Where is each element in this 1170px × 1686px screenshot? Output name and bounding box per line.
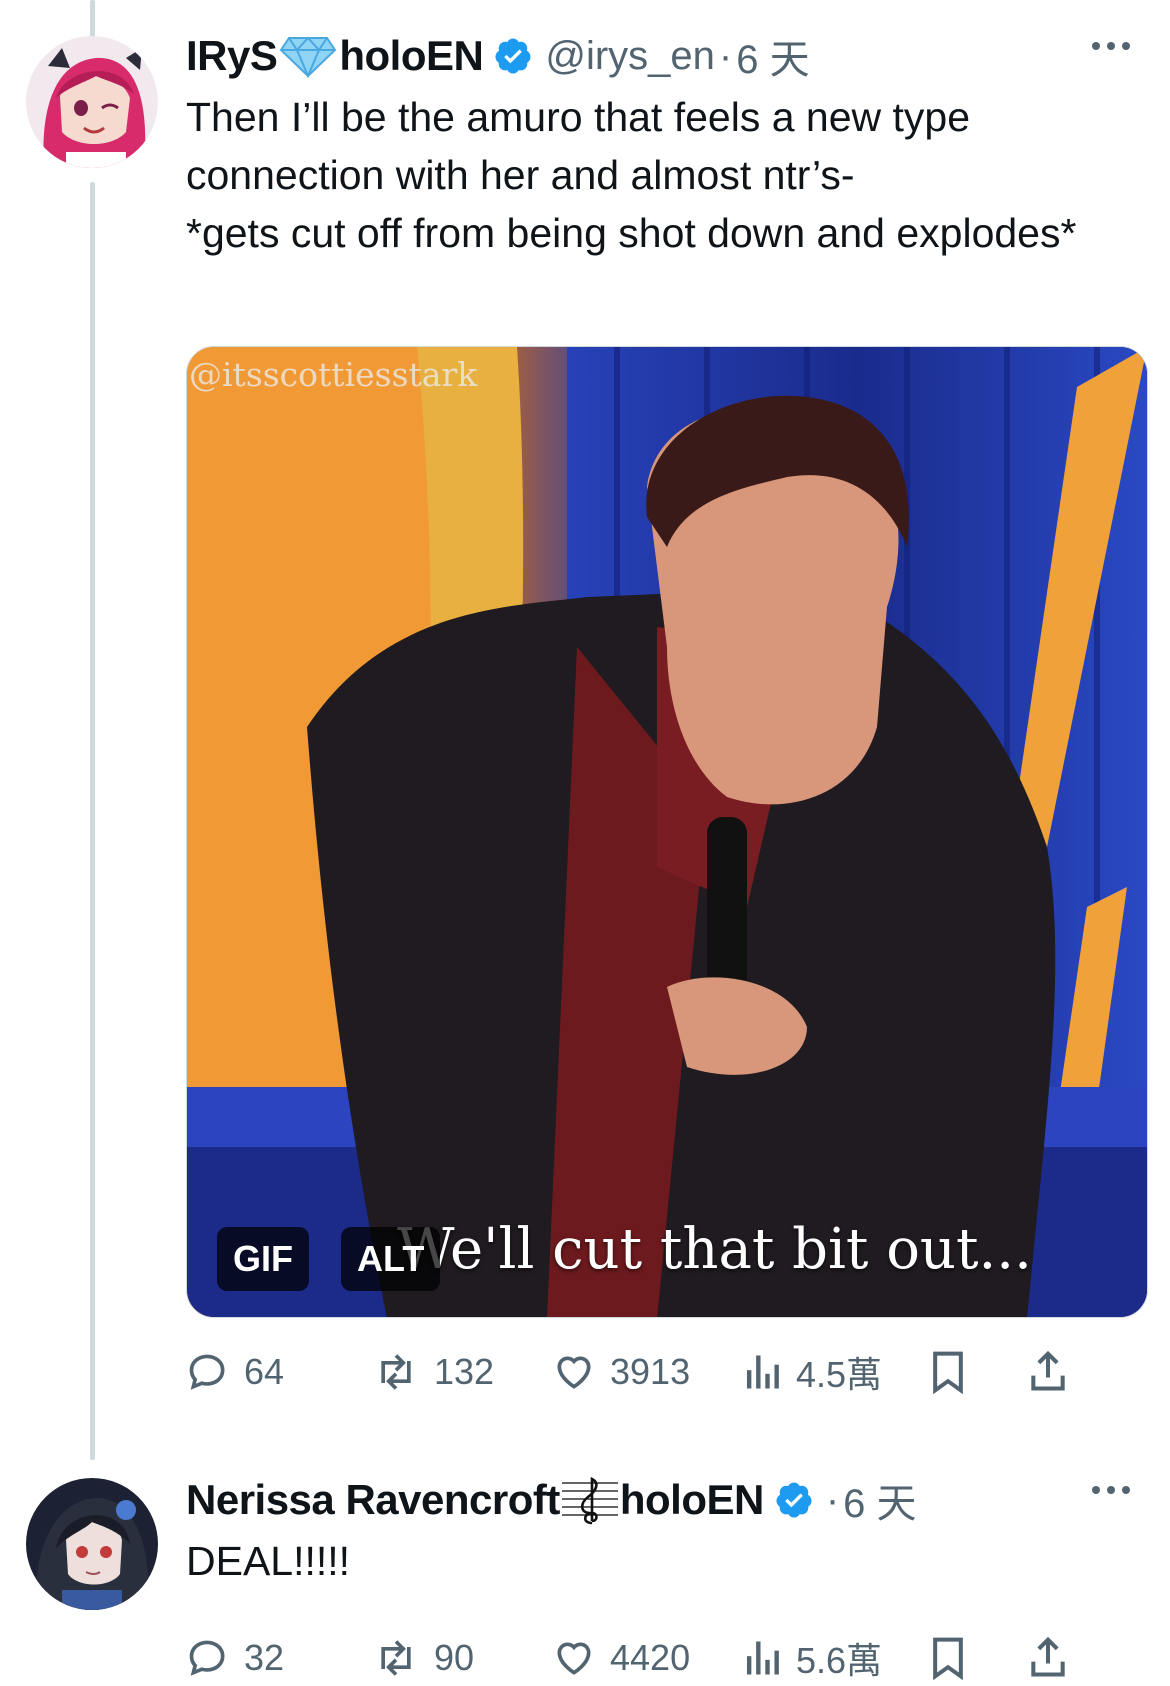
heart-icon (552, 1636, 596, 1680)
gif-badge[interactable]: GIF (217, 1227, 309, 1291)
timestamp[interactable]: 6 天 (843, 1471, 916, 1529)
watermark: @itsscottiesstark (189, 355, 478, 394)
views-icon (742, 1350, 782, 1394)
reply-icon (186, 1350, 230, 1394)
tweet-actions: 64 132 3913 4.5萬 (186, 1342, 1140, 1402)
views-icon (742, 1636, 782, 1680)
like-button[interactable]: 4420 (552, 1628, 690, 1686)
avatar[interactable] (26, 36, 158, 168)
heart-icon (552, 1350, 596, 1394)
tweet-nerissa[interactable]: Nerissa Ravencroft holoEN · 6 天 DEAL!!!!… (0, 1460, 1170, 1686)
handle[interactable]: @irys_en (545, 34, 715, 79)
repost-count: 90 (434, 1637, 475, 1678)
repost-count: 132 (434, 1351, 495, 1392)
tweet-header: IRyS holoEN @irys_en · 6 天 (186, 28, 1130, 84)
repost-button[interactable]: 90 (372, 1628, 474, 1686)
more-icon[interactable] (1092, 42, 1130, 50)
alt-badge[interactable]: ALT (341, 1227, 441, 1291)
view-count: 5.6萬 (796, 1640, 883, 1681)
like-count: 3913 (610, 1351, 691, 1392)
view-count: 4.5萬 (796, 1354, 883, 1395)
display-name[interactable]: Nerissa Ravencroft holoEN (186, 1475, 764, 1525)
tweet-text: DEAL!!!!! (186, 1538, 351, 1584)
reply-icon (186, 1636, 230, 1680)
display-name-part1[interactable]: Nerissa Ravencroft (186, 1476, 560, 1524)
share-button[interactable] (1026, 1342, 1070, 1402)
share-icon (1026, 1348, 1070, 1396)
timestamp[interactable]: 6 天 (736, 27, 809, 85)
bookmark-button[interactable] (926, 1628, 970, 1686)
gif-media[interactable]: @itsscottiesstark We'll cut that bit out… (186, 346, 1148, 1318)
reply-count: 64 (244, 1351, 285, 1392)
bookmark-button[interactable] (926, 1342, 970, 1402)
reply-button[interactable]: 64 (186, 1342, 284, 1402)
repost-icon (372, 1636, 420, 1680)
display-name-part2[interactable]: holoEN (620, 1476, 764, 1524)
like-count: 4420 (610, 1637, 691, 1678)
bookmark-icon (926, 1348, 970, 1396)
tweet-irys[interactable]: IRyS holoEN @irys_en · 6 天 Then I’ll be … (0, 0, 1170, 1440)
tweet-actions: 32 90 4420 5.6萬 (186, 1628, 1140, 1686)
avatar[interactable] (26, 1478, 158, 1610)
gem-icon (279, 34, 337, 78)
display-name-part1[interactable]: IRyS (186, 32, 278, 80)
display-name-part2[interactable]: holoEN (339, 32, 483, 80)
like-button[interactable]: 3913 (552, 1342, 690, 1402)
tweet-header: Nerissa Ravencroft holoEN · 6 天 (186, 1472, 1130, 1528)
separator: · (718, 33, 733, 78)
repost-icon (372, 1350, 420, 1394)
repost-button[interactable]: 132 (372, 1342, 494, 1402)
reply-count: 32 (244, 1637, 285, 1678)
verified-badge-icon (774, 1480, 814, 1520)
share-icon (1026, 1634, 1070, 1682)
reply-button[interactable]: 32 (186, 1628, 284, 1686)
gif-frame-image (187, 347, 1147, 1317)
views-button[interactable]: 4.5萬 (742, 1342, 882, 1402)
verified-badge-icon (493, 36, 533, 76)
display-name[interactable]: IRyS holoEN (186, 32, 484, 80)
tweet-text: Then I’ll be the amuro that feels a new … (186, 94, 1077, 256)
gif-caption: We'll cut that bit out... (397, 1217, 1032, 1282)
bookmark-icon (926, 1634, 970, 1682)
separator: · (825, 1477, 840, 1522)
musical-score-icon (561, 1475, 618, 1525)
views-button[interactable]: 5.6萬 (742, 1628, 882, 1686)
share-button[interactable] (1026, 1628, 1070, 1686)
more-icon[interactable] (1092, 1486, 1130, 1494)
